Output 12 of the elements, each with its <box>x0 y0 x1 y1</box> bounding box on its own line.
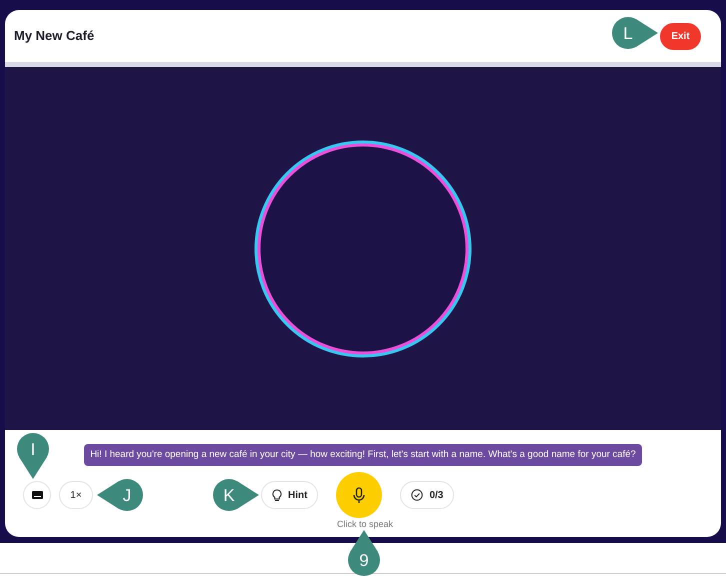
progress-button[interactable]: 0/3 <box>400 481 454 510</box>
hint-button[interactable]: Hint <box>261 481 318 510</box>
microphone-caption: Click to speak <box>337 519 394 530</box>
captions-icon <box>32 491 42 500</box>
exit-button[interactable]: Exit <box>660 22 701 50</box>
check-circle-icon <box>411 489 424 502</box>
lightbulb-icon <box>272 488 282 502</box>
page-title: My New Café <box>14 27 94 46</box>
message-bubble: Hi! I heard you're opening a new café in your city — how exciting! First, let's start with a name. What's a good name for your café? <box>84 444 642 466</box>
microphone-icon <box>353 486 366 504</box>
captions-button[interactable] <box>23 481 51 510</box>
speed-button[interactable]: 1× <box>59 481 93 510</box>
